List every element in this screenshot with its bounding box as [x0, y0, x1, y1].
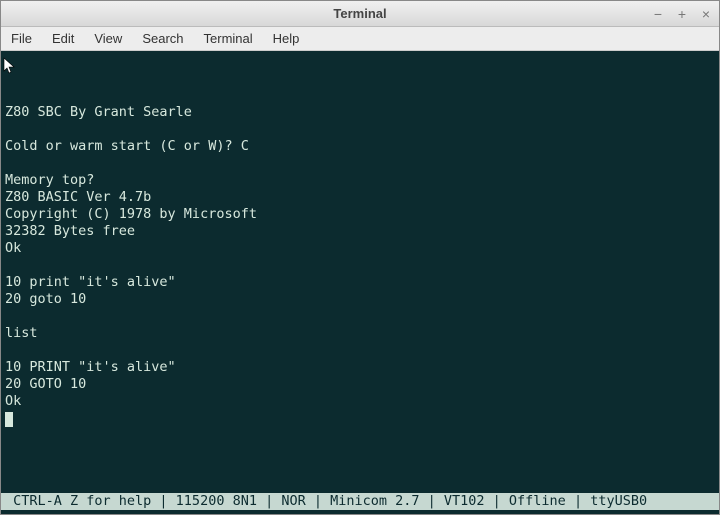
menubar: File Edit View Search Terminal Help [1, 27, 719, 51]
mouse-cursor-icon [3, 57, 17, 77]
menu-search[interactable]: Search [132, 29, 193, 48]
minicom-statusbar: CTRL-A Z for help | 115200 8N1 | NOR | M… [1, 493, 719, 510]
menu-view[interactable]: View [84, 29, 132, 48]
terminal-window: Terminal − + × File Edit View Search Ter… [0, 0, 720, 515]
close-button[interactable]: × [699, 7, 713, 21]
window-title: Terminal [1, 6, 719, 21]
terminal-output[interactable]: Z80 SBC By Grant Searle Cold or warm sta… [1, 51, 719, 514]
titlebar: Terminal − + × [1, 1, 719, 27]
menu-edit[interactable]: Edit [42, 29, 84, 48]
block-cursor [5, 412, 13, 427]
menu-file[interactable]: File [7, 29, 42, 48]
window-controls: − + × [651, 7, 713, 21]
menu-terminal[interactable]: Terminal [194, 29, 263, 48]
menu-help[interactable]: Help [263, 29, 310, 48]
maximize-button[interactable]: + [675, 7, 689, 21]
terminal-lines: Z80 SBC By Grant Searle Cold or warm sta… [5, 104, 715, 410]
minimize-button[interactable]: − [651, 7, 665, 21]
